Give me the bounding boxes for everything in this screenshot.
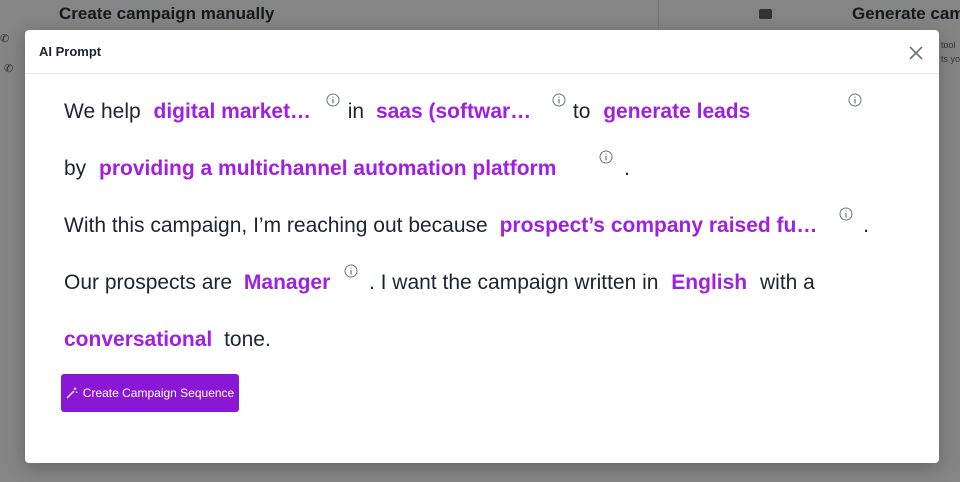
modal-title: AI Prompt: [39, 44, 102, 59]
magic-wand-icon: [66, 387, 78, 399]
prompt-text: .: [624, 157, 630, 180]
sector-field[interactable]: saas (softwar…: [376, 97, 531, 127]
prompt-text: tone.: [224, 328, 271, 351]
create-campaign-sequence-button[interactable]: Create Campaign Sequence: [61, 374, 239, 412]
prompt-text: to: [572, 100, 591, 123]
info-icon[interactable]: [599, 150, 613, 164]
ai-prompt-modal: AI Prompt We help digital market… in saa…: [25, 30, 939, 463]
prompt-line: With this campaign, I’m reaching out bec…: [64, 207, 869, 241]
info-icon[interactable]: [326, 93, 340, 107]
prompt-text: With this campaign, I’m reaching out bec…: [64, 214, 488, 237]
prompt-line: conversational tone.: [64, 325, 271, 355]
prompt-line: by providing a multichannel automation p…: [64, 150, 630, 184]
goal-field[interactable]: generate leads: [603, 97, 750, 127]
info-icon[interactable]: [552, 93, 566, 107]
prompt-text: in: [347, 100, 365, 123]
prospect-role-field[interactable]: Manager: [244, 268, 330, 298]
reason-field[interactable]: prospect’s company raised fu…: [500, 211, 818, 241]
info-icon[interactable]: [344, 264, 358, 278]
prompt-text: . I want the campaign written in: [368, 271, 659, 294]
value-proposition-field[interactable]: providing a multichannel automation plat…: [99, 154, 556, 184]
create-campaign-sequence-label: Create Campaign Sequence: [82, 386, 235, 400]
prompt-text: We help: [64, 100, 141, 123]
info-icon[interactable]: [839, 207, 853, 221]
prompt-text: .: [863, 214, 869, 237]
close-icon[interactable]: [909, 46, 923, 60]
industry-field[interactable]: digital market…: [154, 97, 312, 127]
modal-header: AI Prompt: [25, 30, 939, 74]
prompt-text: Our prospects are: [64, 271, 233, 294]
prompt-text: by: [64, 157, 87, 180]
info-icon[interactable]: [848, 93, 862, 107]
prompt-text: with a: [759, 271, 815, 294]
tone-field[interactable]: conversational: [64, 325, 212, 355]
language-field[interactable]: English: [671, 268, 747, 298]
prompt-line: Our prospects are Manager . I want the c…: [64, 264, 815, 298]
prompt-line: We help digital market… in saas (softwar…: [64, 93, 862, 127]
